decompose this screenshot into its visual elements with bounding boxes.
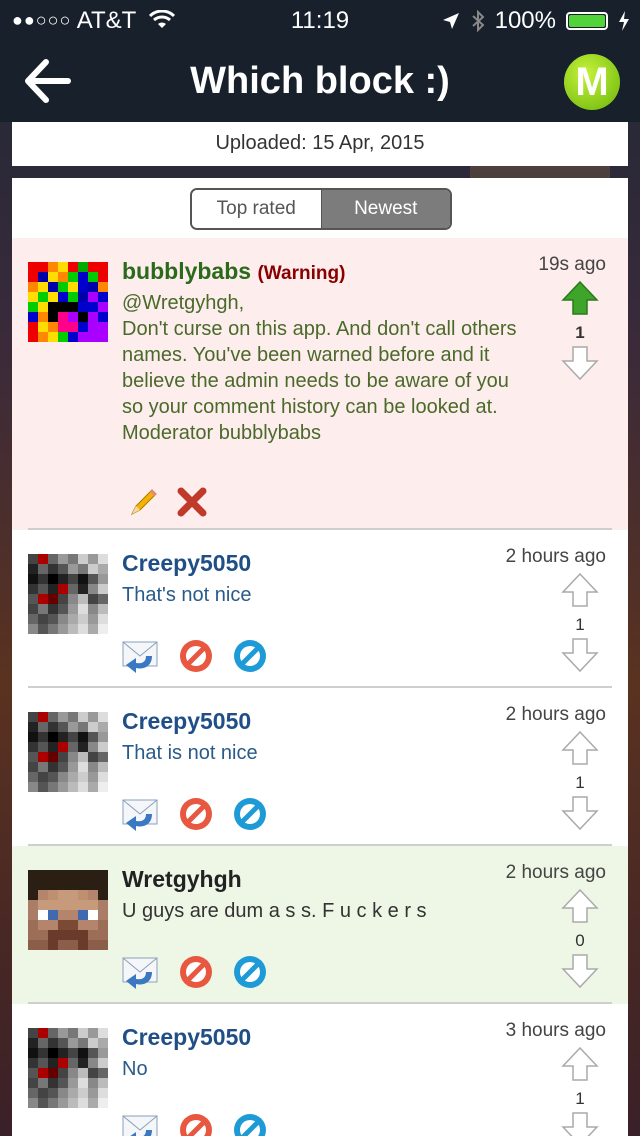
username-text: Creepy5050 <box>122 708 252 734</box>
block-icon[interactable] <box>178 796 214 837</box>
upload-date-text: Uploaded: 15 Apr, 2015 <box>215 132 425 154</box>
comment-timestamp: 2 hours ago <box>505 862 606 883</box>
comment-item: Wretgyhgh U guys are dum a s s. F u c k e… <box>12 846 628 1004</box>
comment-actions <box>122 1112 268 1136</box>
edit-icon[interactable] <box>128 486 160 523</box>
reply-icon[interactable] <box>122 638 160 679</box>
report-icon[interactable] <box>232 1112 268 1136</box>
nav-bar: Which block :) M <box>0 40 640 122</box>
username-text: Creepy5050 <box>122 1024 252 1050</box>
comment-timestamp: 19s ago <box>538 254 606 275</box>
comment-username[interactable]: Creepy5050 <box>122 1024 251 1051</box>
status-bar: ●●○○○ AT&T 11:19 100% <box>0 0 640 40</box>
comment-item: Creepy5050 That is not nice 2 hours ago 1 <box>12 688 628 846</box>
vote-count: 1 <box>575 773 585 792</box>
upvote-arrow-icon[interactable] <box>560 1046 600 1087</box>
comment-item: Creepy5050 That's not nice 2 hours ago 1 <box>12 530 628 688</box>
downvote-arrow-icon[interactable] <box>560 345 600 386</box>
vote-control: 1 <box>560 730 600 836</box>
block-icon[interactable] <box>178 638 214 679</box>
tab-top-rated[interactable]: Top rated <box>192 190 321 228</box>
vote-count: 1 <box>575 1089 585 1108</box>
user-avatar[interactable] <box>28 870 108 950</box>
vote-count: 1 <box>575 615 585 634</box>
block-icon[interactable] <box>178 954 214 995</box>
vote-control: 1 <box>560 280 600 386</box>
vote-control: 0 <box>560 888 600 994</box>
username-text: Wretgyhgh <box>122 866 242 892</box>
reply-icon[interactable] <box>122 954 160 995</box>
reply-icon[interactable] <box>122 796 160 837</box>
user-avatar[interactable] <box>28 554 108 634</box>
downvote-arrow-icon[interactable] <box>560 1111 600 1136</box>
vote-count: 0 <box>575 931 585 950</box>
username-text: bubblybabs <box>122 258 252 284</box>
upvote-arrow-icon[interactable] <box>560 730 600 771</box>
comment-timestamp: 3 hours ago <box>505 1020 606 1041</box>
battery-percent: 100% <box>494 7 556 34</box>
page-title: Which block :) <box>190 60 450 102</box>
comment-text: @Wretgyhgh, Don't curse on this app. And… <box>122 292 517 444</box>
comment-text: No <box>122 1058 148 1080</box>
comment-username[interactable]: Wretgyhgh <box>122 866 242 893</box>
report-icon[interactable] <box>232 796 268 837</box>
warning-badge: (Warning) <box>257 263 346 284</box>
comments-panel[interactable]: Top rated Newest bubblybabs (Warning) @Wr… <box>12 178 628 1136</box>
location-icon <box>442 13 459 29</box>
report-icon[interactable] <box>232 954 268 995</box>
bluetooth-icon <box>471 10 485 32</box>
user-avatar[interactable] <box>28 1028 108 1108</box>
upload-date: Uploaded: 15 Apr, 2015 <box>12 122 628 166</box>
vote-control: 1 <box>560 572 600 678</box>
battery-icon <box>566 12 608 30</box>
comment-username[interactable]: Creepy5050 <box>122 550 251 577</box>
tab-newest[interactable]: Newest <box>320 190 450 228</box>
downvote-arrow-icon[interactable] <box>560 953 600 994</box>
comment-item: bubblybabs (Warning) @Wretgyhgh, Don't cu… <box>12 238 628 530</box>
comment-actions <box>128 486 208 523</box>
charging-icon <box>619 11 629 31</box>
sort-segmented-control: Top rated Newest <box>190 188 452 230</box>
app-logo-button[interactable]: M <box>564 54 620 110</box>
block-icon[interactable] <box>178 1112 214 1136</box>
comment-username[interactable]: bubblybabs (Warning) <box>122 258 345 285</box>
upvote-arrow-icon[interactable] <box>560 280 600 321</box>
comment-text: That is not nice <box>122 742 258 764</box>
comment-text: U guys are dum a s s. F u c k e r s <box>122 900 427 922</box>
vote-count: 1 <box>575 323 585 342</box>
comment-item: Creepy5050 No 3 hours ago 1 <box>12 1004 628 1136</box>
comment-actions <box>122 954 268 995</box>
reply-icon[interactable] <box>122 1112 160 1136</box>
user-avatar[interactable] <box>28 262 108 342</box>
upvote-arrow-icon[interactable] <box>560 888 600 929</box>
comment-text: That's not nice <box>122 584 252 606</box>
downvote-arrow-icon[interactable] <box>560 637 600 678</box>
delete-icon[interactable] <box>176 486 208 523</box>
comment-timestamp: 2 hours ago <box>505 704 606 725</box>
vote-control: 1 <box>560 1046 600 1136</box>
upvote-arrow-icon[interactable] <box>560 572 600 613</box>
username-text: Creepy5050 <box>122 550 252 576</box>
user-avatar[interactable] <box>28 712 108 792</box>
comment-timestamp: 2 hours ago <box>505 546 606 567</box>
comment-username[interactable]: Creepy5050 <box>122 708 251 735</box>
report-icon[interactable] <box>232 638 268 679</box>
downvote-arrow-icon[interactable] <box>560 795 600 836</box>
comment-actions <box>122 796 268 837</box>
comment-actions <box>122 638 268 679</box>
